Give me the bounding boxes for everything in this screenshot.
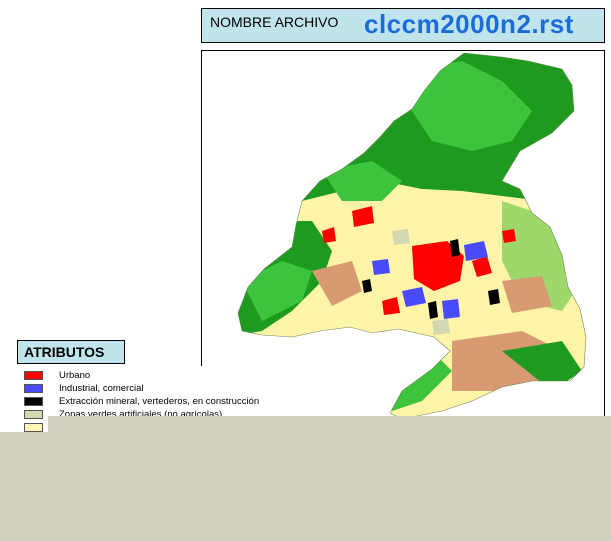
file-name-header: NOMBRE ARCHIVO clccm2000n2.rst <box>201 8 605 43</box>
map-canvas <box>237 52 587 419</box>
legend-swatch <box>24 397 43 406</box>
legend-swatch <box>24 410 43 419</box>
legend-item-extraccion: Extracción mineral, vertederos, en const… <box>24 396 324 408</box>
overlay-panel-edge <box>48 416 611 432</box>
legend-label: Extracción mineral, vertederos, en const… <box>59 396 260 407</box>
legend-item-industrial: Industrial, comercial <box>24 383 324 395</box>
legend-label: Urbano <box>59 370 91 381</box>
file-name-value: clccm2000n2.rst <box>364 9 574 39</box>
legend-swatch <box>24 371 43 380</box>
legend-swatch <box>24 423 43 432</box>
land-cover-map[interactable] <box>201 50 605 420</box>
attributes-title: ATRIBUTOS <box>17 340 125 364</box>
overlay-panel <box>0 432 611 541</box>
legend-item-urbano: Urbano <box>24 370 324 382</box>
file-name-label: NOMBRE ARCHIVO <box>210 14 339 30</box>
region-fill <box>238 53 586 419</box>
legend-label: Industrial, comercial <box>59 383 144 394</box>
legend-swatch <box>24 384 43 393</box>
